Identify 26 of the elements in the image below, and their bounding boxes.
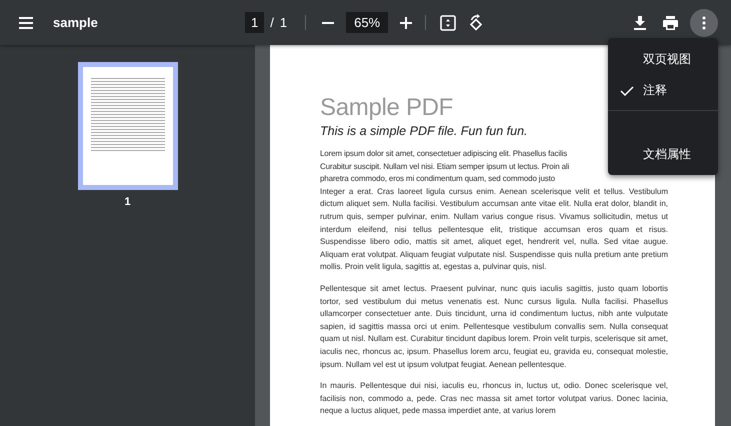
zoom-field[interactable]: 65% (346, 12, 388, 33)
menu-item[interactable]: 文档属性 (608, 139, 718, 170)
fit-page-icon[interactable] (440, 14, 456, 30)
document-subtitle: This is a simple PDF file. Fun fun fun. (320, 123, 528, 139)
more-vertical-icon (702, 16, 706, 30)
print-icon (662, 16, 678, 30)
body-text-line: pharetra commodo, eros mi condimentum quam, sed commodo justo (320, 173, 555, 186)
thumbnail-page-number: 1 (124, 196, 131, 208)
menu-item[interactable]: 双页视图 (608, 44, 718, 75)
rotate-icon[interactable] (468, 14, 484, 32)
menu-icon[interactable] (19, 16, 33, 28)
body-paragraph: Pellentesque sit amet lectus. Praesent pulvinar, nunc quis iaculis sagittis, justo quam lobortis tortor, sed vestibulum dui metus venenatis est. Nunc cursus ligula. Nulla facilisi. Phasellus ullamcorper consectetuer ante. Duis tincidunt, urna id condimentum luctus, nibh ante vulputate sapien, id sagittis massa orci ut enim. Pellentesque vestibulum convallis sem. Nulla consequat quam ut nisl. Nullam est. Curabitur tincidunt dapibus lorem. Proin velit turpis, scelerisque sit amet, iaculis nec, rhoncus ac, ipsum. Phasellus lorem arcu, feugiat eu, gravida eu, consequat molestie, ipsum. Nullam vel est ut ipsum volutpat feugiat. Aenean pellentesque. (320, 282, 668, 371)
page-total: 1 (280, 15, 288, 30)
zoom-in-icon[interactable] (400, 16, 412, 28)
page-separator: / (270, 15, 274, 30)
more-options-button[interactable] (690, 8, 718, 36)
body-text-line: Lorem ipsum dolor sit amet, consectetuer adipiscing elit. Phasellus facilis (320, 148, 568, 160)
document-title: sample (53, 15, 98, 30)
body-paragraph: Integer a erat. Cras laoreet ligula cursus enim. Aenean scelerisque velit et tellus. Vestibulum dictum aliquet sem. Nulla facilisi. Vestibulum accumsan ante vitae elit. Nulla erat dolor, blandit in, rutrum quis, semper pulvinar, enim. Nullam varius congue risus. Vivamus sollicitudin, metus ut interdum eleifend, nisi tellus pellentesque elit, tristique accumsan eros quam et risus. Suspendisse libero odio, mattis sit amet, aliquet eget, hendrerit vel, nulla. Sed vitae augue. Aliquam erat volutpat. Aliquam feugiat vulputate nisl. Suspendisse quis nulla pretium ante pretium mollis. Proin velit ligula, sagittis at, egestas a, pulvinar quis, nisl. (320, 186, 668, 274)
menu-item[interactable]: 注释 (608, 75, 718, 106)
download-icon (634, 16, 646, 30)
page-thumbnail[interactable] (78, 62, 178, 190)
body-paragraph: In mauris. Pellentesque dui nisi, iaculis eu, rhoncus in, luctus ut, odio. Donec scelerisque vel, facilisis non, commodo a, pede. Cras nec massa sit amet tortor volutpat varius. Donec lacinia, neque a luctus aliquet, pede massa imperdiet ante, at varius lorem (320, 380, 668, 418)
page-number-field[interactable]: 1 (245, 12, 264, 33)
document-heading: Sample PDF (320, 95, 454, 121)
body-text-line: Curabitur suscipit. Nullam vel nisi. Etiam semper ipsum ut lectus. Proin ali (320, 160, 570, 173)
